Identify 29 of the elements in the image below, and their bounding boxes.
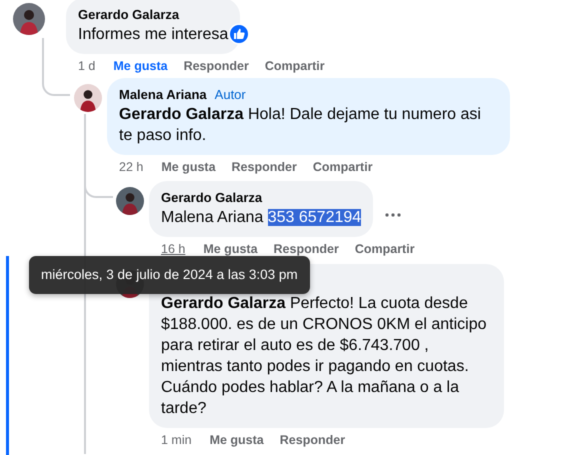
comment-action-link[interactable]: Me gusta xyxy=(210,431,264,449)
like-icon[interactable] xyxy=(228,22,250,45)
comment-action-link[interactable]: Responder xyxy=(280,431,346,449)
comment-action-link[interactable]: Me gusta xyxy=(161,158,216,176)
comment-text: Informes me interesa xyxy=(78,25,228,45)
avatar[interactable] xyxy=(74,84,102,112)
author-name[interactable]: Malena Ariana xyxy=(119,86,207,104)
more-icon[interactable] xyxy=(385,212,402,217)
avatar[interactable] xyxy=(13,3,45,35)
author-name[interactable]: Gerardo Galarza xyxy=(78,6,180,24)
comment-action-link[interactable]: Compartir xyxy=(312,158,373,176)
comment-text: Gerardo Galarza Perfecto! La cuota desde $188.000. es de un CRONOS 0KM el anticipo para retirar el auto es de $6.743.700 , mientras tanto podes ir pagando en cuotas. Cuándo podes hablar? A la mañana o a la tarde? xyxy=(161,294,488,419)
author-name[interactable]: Gerardo Galarza xyxy=(161,189,262,207)
timestamp-link[interactable]: 16 h xyxy=(161,240,186,258)
comment-action-link[interactable]: Responder xyxy=(184,57,249,75)
date-tooltip: miércoles, 3 de julio de 2024 a las 3:03 pm xyxy=(29,256,310,294)
avatar[interactable] xyxy=(116,187,144,215)
comment-text: Malena Ariana 353 6572194 xyxy=(161,208,362,228)
comment-action-link[interactable]: Me gusta xyxy=(203,240,258,258)
comment-action-link[interactable]: Me gusta xyxy=(113,57,168,75)
comment-action-link[interactable]: Responder xyxy=(274,240,339,258)
timestamp-link[interactable]: 22 h xyxy=(119,158,144,176)
comment-action-link[interactable]: Responder xyxy=(232,158,297,176)
comment-text: Gerardo Galarza Hola! Dale dejame tu numero asi te paso info. xyxy=(119,105,482,146)
comment-action-link[interactable]: Compartir xyxy=(354,240,415,258)
timestamp-link[interactable]: 1 min xyxy=(161,431,192,449)
author-label: Autor xyxy=(214,86,246,104)
timestamp-link[interactable]: 1 d xyxy=(78,57,96,75)
comment-action-link[interactable]: Compartir xyxy=(264,57,325,75)
